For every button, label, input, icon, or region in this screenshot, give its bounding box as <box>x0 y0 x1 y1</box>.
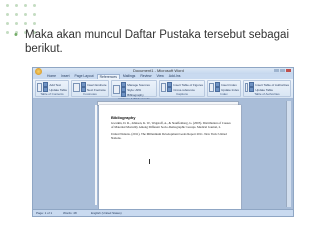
group-label: Index <box>220 92 228 96</box>
group-label: Table of Authorities <box>254 92 280 96</box>
bibliography-entry: Gwatkin, D. R., Johnson, K. W., Wagstaff… <box>111 121 231 129</box>
window-controls <box>274 69 291 72</box>
manage-sources-button[interactable]: Manage Sources <box>127 83 150 87</box>
insert-footnote-icon[interactable] <box>73 82 80 92</box>
tab-review[interactable]: Review <box>138 74 153 79</box>
page-count: Page: 1 of 1 <box>36 211 53 215</box>
mark-entry-icon[interactable] <box>209 82 215 92</box>
update-table-button[interactable]: Update Table <box>49 88 67 92</box>
add-text-button[interactable]: Add Text <box>49 83 61 87</box>
table-of-contents-icon[interactable] <box>37 82 43 92</box>
insert-endnote-button[interactable]: Insert Endnote <box>87 83 107 87</box>
group-table-of-contents: Add Text Update Table Table of Contents <box>35 80 69 97</box>
update-index-button[interactable]: Update Index <box>221 88 239 92</box>
group-footnotes: Insert Endnote Next Footnote Footnotes <box>71 80 110 97</box>
bibliography-heading: Bibliography <box>111 115 136 120</box>
text-cursor <box>149 159 150 164</box>
tab-insert[interactable]: Insert <box>59 74 71 79</box>
group-label: Table of Contents <box>40 92 64 96</box>
update-toa-button[interactable]: Update Table <box>255 88 273 92</box>
group-label: Captions <box>176 92 188 96</box>
group-table-of-authorities: Insert Table of Authorities Update Table… <box>243 80 291 97</box>
next-footnote-button[interactable]: Next Footnote <box>87 88 106 92</box>
mark-citation-icon[interactable] <box>245 82 249 92</box>
group-citations: Manage Sources Style: APA Bibliography C… <box>111 80 157 101</box>
word-count: Words: 48 <box>63 211 77 215</box>
insert-caption-icon[interactable] <box>161 82 167 92</box>
bibliography-entry: United Nations. (2011). The Millennium D… <box>111 132 227 140</box>
document-area: Bibliography Gwatkin, D. R., Johnson, K.… <box>33 99 293 211</box>
document-page[interactable]: Bibliography Gwatkin, D. R., Johnson, K.… <box>99 105 241 211</box>
title-bar: Document1 - Microsoft Word <box>33 68 293 75</box>
style-select[interactable]: Style: APA <box>127 88 141 92</box>
group-captions: Insert Table of Figures Cross-reference … <box>159 80 205 97</box>
tab-references[interactable]: References <box>96 74 120 79</box>
tab-mailings[interactable]: Mailings <box>121 74 137 79</box>
status-bar: Page: 1 of 1 Words: 48 English (United S… <box>33 209 293 216</box>
minimize-icon[interactable] <box>274 69 279 72</box>
cross-reference-button[interactable]: Cross-reference <box>173 88 195 92</box>
tab-view[interactable]: View <box>154 74 165 79</box>
bullet-icon: • <box>14 29 18 41</box>
word-screenshot: Document1 - Microsoft Word Home Insert P… <box>32 67 294 217</box>
tab-home[interactable]: Home <box>45 74 58 79</box>
language-indicator: English (United States) <box>91 211 122 215</box>
group-index: Insert Index Update Index Index <box>207 80 241 97</box>
close-icon[interactable] <box>286 69 291 72</box>
ribbon: Add Text Update Table Table of Contents … <box>33 79 293 101</box>
group-label: Footnotes <box>83 92 97 96</box>
vertical-scrollbar[interactable] <box>286 101 291 207</box>
maximize-icon[interactable] <box>280 69 285 72</box>
bibliography-button[interactable]: Bibliography <box>127 93 144 97</box>
office-button-icon[interactable] <box>35 68 42 75</box>
slide-text-content: Maka akan muncul Daftar Pustaka tersebut… <box>25 29 290 55</box>
insert-table-of-authorities-button[interactable]: Insert Table of Authorities <box>255 83 289 87</box>
window-title: Document1 - Microsoft Word <box>133 68 184 73</box>
insert-citation-icon[interactable] <box>113 85 121 94</box>
slide-bullet-text: • Maka akan muncul Daftar Pustaka terseb… <box>14 28 314 56</box>
tab-add-ins[interactable]: Add-Ins <box>167 74 183 79</box>
insert-table-of-figures-button[interactable]: Insert Table of Figures <box>173 83 203 87</box>
vertical-ruler[interactable] <box>95 105 97 205</box>
insert-index-button[interactable]: Insert Index <box>221 83 237 87</box>
tab-page-layout[interactable]: Page Layout <box>73 74 96 79</box>
